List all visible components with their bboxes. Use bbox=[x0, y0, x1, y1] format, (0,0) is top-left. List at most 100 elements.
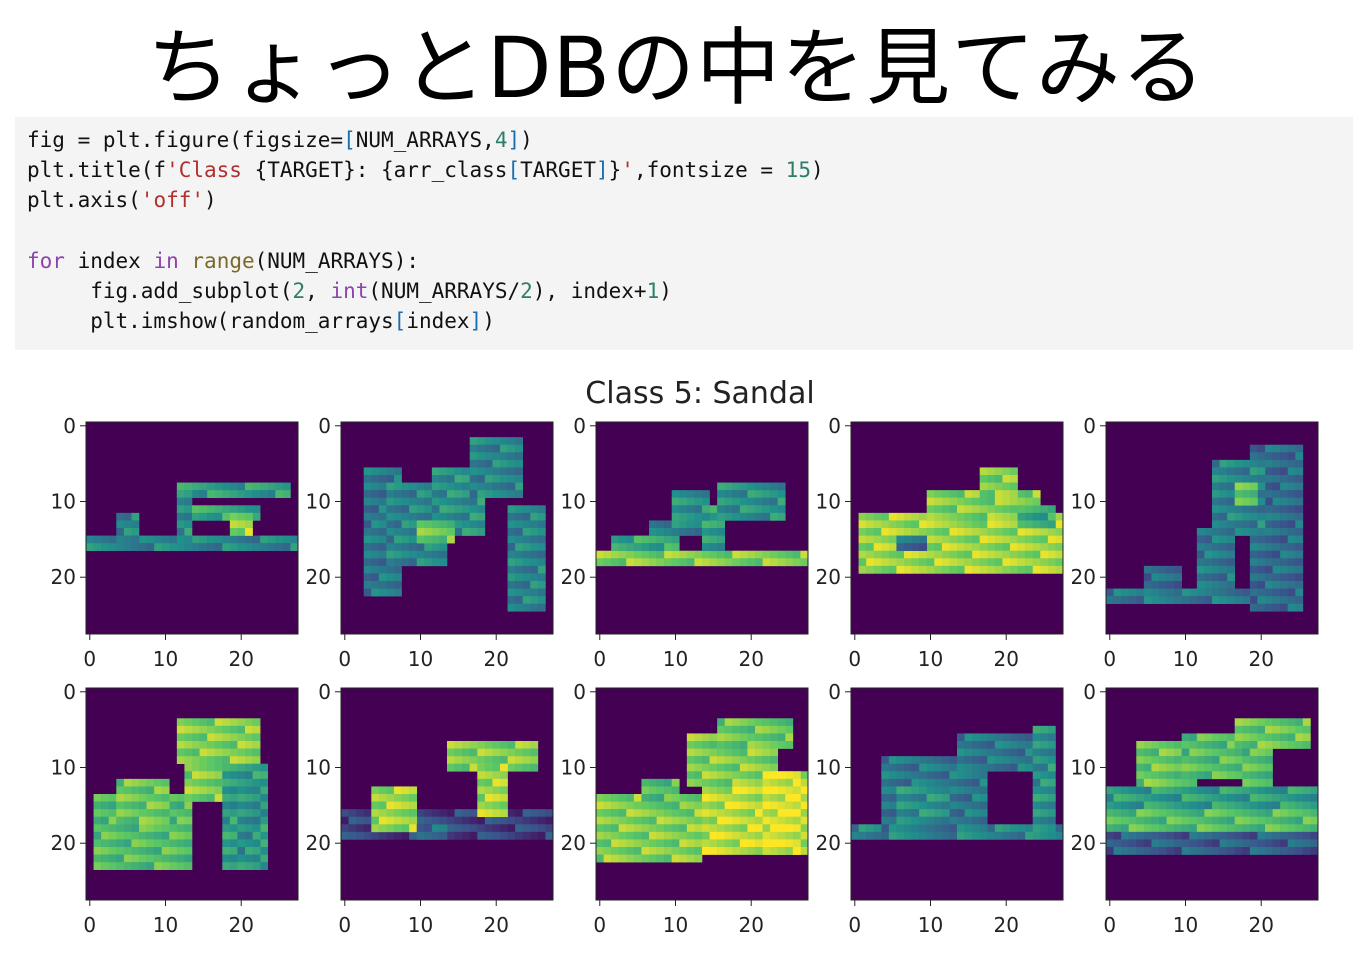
image-pixel bbox=[896, 756, 905, 765]
image-pixel bbox=[1025, 528, 1034, 536]
code-token: 'Class bbox=[166, 158, 255, 183]
image-pixel bbox=[717, 490, 726, 499]
image-pixel bbox=[1032, 794, 1041, 802]
image-pixel bbox=[972, 497, 981, 506]
image-pixel bbox=[207, 786, 216, 795]
image-pixel bbox=[184, 756, 193, 765]
image-pixel bbox=[949, 794, 958, 802]
image-pixel bbox=[252, 801, 261, 810]
image-pixel bbox=[229, 816, 238, 825]
image-pixel bbox=[515, 490, 524, 499]
image-pixel bbox=[1113, 596, 1122, 605]
x-tick-label: 10 bbox=[663, 647, 688, 671]
image-pixel bbox=[492, 771, 501, 780]
image-pixel bbox=[747, 718, 756, 727]
image-pixel bbox=[1196, 581, 1205, 589]
image-pixel bbox=[1257, 535, 1266, 544]
image-pixel bbox=[401, 809, 410, 818]
image-pixel bbox=[1242, 839, 1251, 848]
image-pixel bbox=[93, 543, 102, 552]
image-pixel bbox=[1196, 809, 1205, 818]
image-pixel bbox=[1174, 573, 1183, 582]
image-pixel bbox=[507, 543, 516, 552]
image-pixel bbox=[941, 794, 950, 802]
image-pixel bbox=[881, 809, 890, 818]
image-pixel bbox=[777, 497, 786, 506]
image-pixel bbox=[881, 535, 890, 544]
image-pixel bbox=[447, 824, 455, 833]
image-pixel bbox=[732, 786, 741, 795]
image-pixel bbox=[762, 741, 771, 749]
image-pixel bbox=[1302, 801, 1311, 810]
image-pixel bbox=[739, 756, 748, 765]
image-pixel bbox=[904, 756, 912, 765]
image-pixel bbox=[762, 816, 771, 825]
image-pixel bbox=[1032, 816, 1041, 825]
image-pixel bbox=[1159, 786, 1167, 795]
image-pixel bbox=[515, 475, 524, 483]
code-token: NUM_ARRAYS, bbox=[355, 128, 495, 152]
image-pixel bbox=[184, 794, 193, 802]
image-pixel bbox=[378, 512, 387, 521]
image-pixel bbox=[515, 558, 524, 567]
image-pixel bbox=[1219, 550, 1228, 559]
image-pixel bbox=[649, 839, 657, 848]
image-pixel bbox=[747, 550, 756, 559]
image-pixel bbox=[888, 794, 897, 802]
image-pixel bbox=[888, 824, 897, 833]
image-pixel bbox=[919, 756, 928, 765]
image-pixel bbox=[1032, 512, 1041, 521]
image-pixel bbox=[386, 543, 395, 552]
image-pixel bbox=[1143, 778, 1152, 787]
image-pixel bbox=[416, 824, 425, 833]
code-cell[interactable]: fig = plt.figure(figsize=[NUM_ARRAYS,4])… bbox=[15, 117, 1353, 350]
image-pixel bbox=[1010, 763, 1018, 772]
image-pixel bbox=[1047, 725, 1056, 734]
image-pixel bbox=[260, 535, 269, 544]
image-pixel bbox=[1249, 809, 1258, 818]
image-pixel bbox=[1047, 520, 1056, 529]
image-pixel bbox=[1242, 475, 1251, 483]
image-pixel bbox=[447, 748, 455, 757]
image-pixel bbox=[1143, 816, 1152, 825]
image-pixel bbox=[724, 824, 733, 833]
image-pixel bbox=[431, 520, 440, 529]
image-pixel bbox=[161, 801, 170, 810]
image-pixel bbox=[709, 831, 718, 840]
image-pixel bbox=[1151, 839, 1160, 848]
image-pixel bbox=[416, 505, 425, 514]
image-pixel bbox=[1196, 543, 1205, 552]
image-pixel bbox=[378, 497, 387, 506]
image-pixel bbox=[192, 786, 200, 795]
image-pixel bbox=[1249, 444, 1258, 453]
image-pixel bbox=[401, 801, 410, 810]
image-pixel bbox=[671, 505, 680, 514]
image-pixel bbox=[401, 558, 410, 567]
image-pixel bbox=[537, 543, 546, 552]
image-pixel bbox=[1181, 588, 1190, 597]
image-pixel bbox=[1287, 482, 1296, 491]
image-pixel bbox=[207, 725, 216, 734]
image-pixel bbox=[1227, 497, 1236, 506]
image-pixel bbox=[507, 437, 516, 446]
image-pixel bbox=[1159, 794, 1167, 802]
image-pixel bbox=[1227, 786, 1236, 795]
image-pixel bbox=[1196, 565, 1205, 574]
image-pixel bbox=[1174, 588, 1183, 597]
image-pixel bbox=[252, 490, 261, 499]
image-pixel bbox=[702, 831, 710, 840]
image-pixel bbox=[176, 725, 185, 734]
image-pixel bbox=[957, 801, 965, 810]
image-pixel bbox=[596, 794, 604, 802]
image-pixel bbox=[911, 550, 920, 559]
image-pixel bbox=[192, 733, 200, 742]
image-pixel bbox=[987, 741, 996, 749]
image-pixel bbox=[1295, 847, 1304, 855]
image-pixel bbox=[462, 505, 471, 514]
x-tick-label: 20 bbox=[483, 647, 508, 671]
image-pixel bbox=[732, 741, 741, 749]
image-pixel bbox=[611, 839, 620, 848]
x-tick-label: 10 bbox=[1173, 913, 1198, 937]
image-pixel bbox=[1249, 824, 1258, 833]
x-tick-label: 20 bbox=[1248, 647, 1273, 671]
